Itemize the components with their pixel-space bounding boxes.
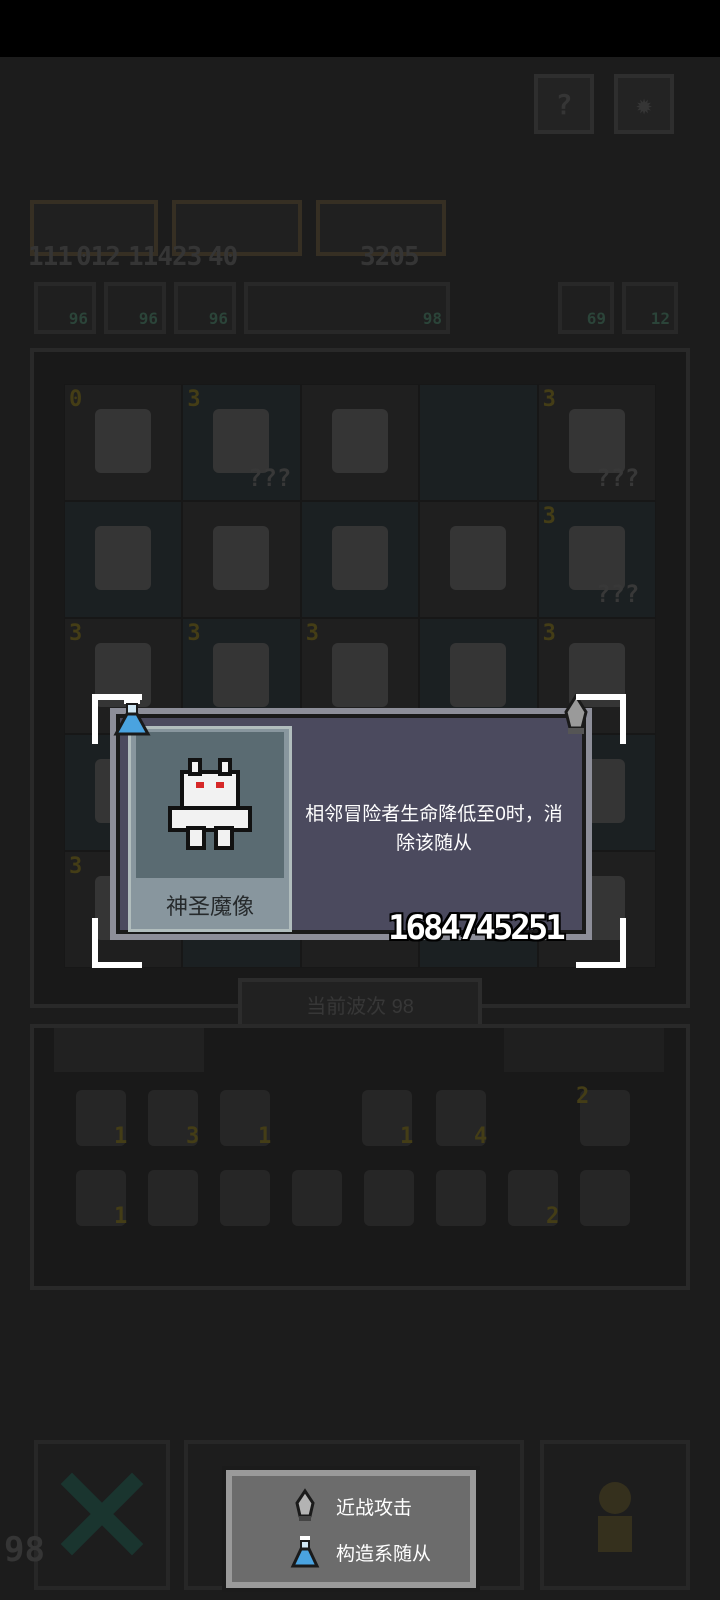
unit-name: 神圣魔像 — [165, 894, 254, 919]
legend-label-construct: 构造系随从 — [336, 1543, 432, 1565]
unit-portrait — [136, 732, 284, 878]
frame-corner — [576, 918, 626, 968]
unit-description: 相邻冒险者生命降低至0时，消除该随从 — [305, 804, 563, 854]
legend-item: 近战攻击 — [290, 1486, 470, 1526]
frame-corner — [92, 694, 142, 744]
frame-corner — [576, 694, 626, 744]
frame-corner — [92, 918, 142, 968]
unit-code: 1684745251 — [388, 908, 566, 948]
golem-icon — [168, 758, 252, 850]
legend-label-melee: 近战攻击 — [336, 1497, 413, 1519]
flask-icon — [290, 1536, 320, 1568]
status-bar — [0, 0, 720, 57]
sword-icon — [295, 1488, 315, 1521]
legend-item: 构造系随从 — [290, 1532, 470, 1572]
